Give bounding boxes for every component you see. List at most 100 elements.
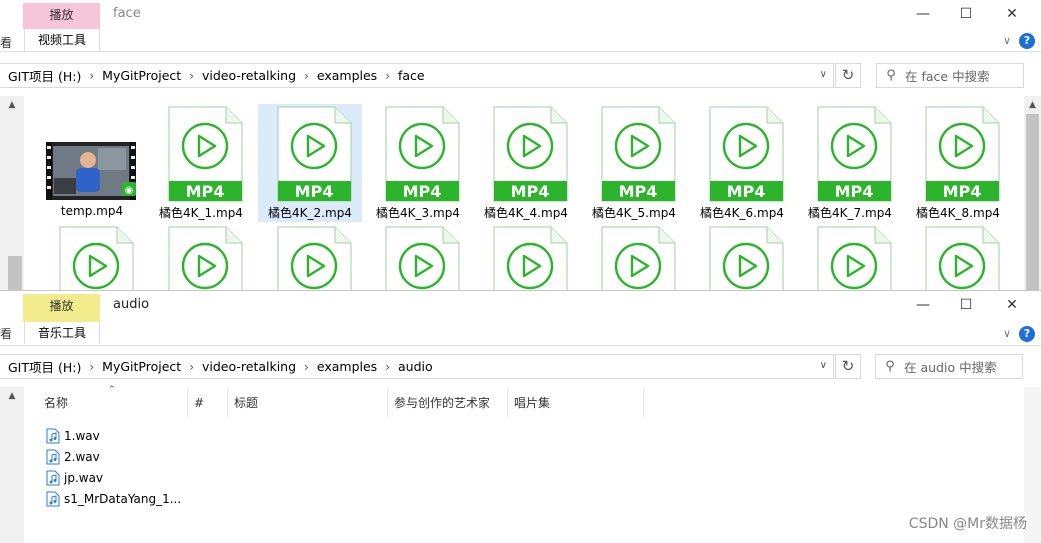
column-number[interactable]: # — [188, 389, 228, 417]
scroll-up-icon[interactable]: ▲ — [0, 100, 24, 110]
file-name: 1.wav — [64, 428, 100, 443]
file-name: 橘色4K_4.mp4 — [484, 206, 568, 220]
list-item[interactable]: 1.wav — [46, 425, 181, 446]
audio-file-icon — [46, 428, 60, 443]
breadcrumb-repo[interactable]: video-retalking — [194, 359, 304, 374]
music-tools-tab[interactable]: 音乐工具 — [24, 322, 100, 344]
vertical-scrollbar[interactable]: ▲ — [1024, 96, 1041, 290]
file-tile-mp4[interactable]: MP4 橘色4K_5.mp4 — [582, 104, 686, 222]
file-tile-mp4[interactable]: MP4 橘色4K_4.mp4 — [474, 104, 578, 222]
mp4-file-icon[interactable] — [383, 226, 461, 290]
svg-text:◉: ◉ — [125, 185, 134, 196]
address-dropdown-icon[interactable]: ∨ — [820, 360, 827, 371]
list-item[interactable]: s1_MrDataYang_1... — [46, 488, 181, 509]
window-title: face — [113, 6, 141, 21]
column-title[interactable]: 标题 — [228, 389, 388, 417]
ribbon-expand-icon[interactable]: ∨ — [1003, 327, 1011, 340]
mp4-file-icon: MP4 — [601, 106, 676, 202]
address-dropdown-icon[interactable]: ∨ — [820, 69, 827, 80]
search-placeholder: 在 audio 中搜索 — [904, 360, 997, 375]
ribbon-tab-view-fragment[interactable]: 看 — [0, 34, 12, 51]
video-thumbnail-icon: ◉ — [46, 142, 136, 200]
file-name: 橘色4K_1.mp4 — [159, 206, 243, 220]
breadcrumb-audio[interactable]: audio — [390, 359, 441, 374]
breadcrumb-examples[interactable]: examples — [309, 68, 385, 83]
file-name: 橘色4K_8.mp4 — [916, 206, 1000, 220]
breadcrumb-face[interactable]: face — [390, 68, 433, 83]
close-button[interactable]: ✕ — [989, 291, 1035, 319]
breadcrumb-project[interactable]: MyGitProject — [94, 359, 189, 374]
minimize-button[interactable]: — — [900, 0, 946, 28]
search-box[interactable]: ⚲ 在 face 中搜索 — [876, 63, 1024, 88]
file-name: 橘色4K_2.mp4 — [268, 206, 352, 220]
breadcrumb-drive[interactable]: GIT项目 (H:) — [0, 66, 89, 85]
play-context-tab[interactable]: 播放 — [23, 3, 100, 29]
left-scrollbar[interactable]: ▲ — [0, 96, 24, 290]
search-placeholder: 在 face 中搜索 — [905, 69, 990, 84]
address-bar[interactable]: GIT项目 (H:) › MyGitProject › video-retalk… — [0, 354, 834, 379]
search-box[interactable]: ⚲ 在 audio 中搜索 — [875, 354, 1023, 379]
maximize-button[interactable]: ☐ — [943, 0, 989, 28]
mp4-file-icon: MP4 — [709, 106, 784, 202]
scroll-up-icon[interactable]: ▲ — [0, 391, 24, 401]
mp4-file-icon[interactable] — [599, 226, 677, 290]
breadcrumb-project[interactable]: MyGitProject — [94, 68, 189, 83]
refresh-button[interactable]: ↻ — [835, 354, 861, 379]
svg-text:MP4: MP4 — [403, 182, 442, 201]
ribbon-tab-view-fragment[interactable]: 看 — [0, 325, 12, 342]
scroll-up-icon[interactable]: ▲ — [1024, 100, 1041, 110]
file-name: 橘色4K_5.mp4 — [592, 206, 676, 220]
left-scrollbar[interactable]: ▲ — [0, 387, 24, 543]
breadcrumb-repo[interactable]: video-retalking — [194, 68, 304, 83]
list-item[interactable]: 2.wav — [46, 446, 181, 467]
scroll-thumb[interactable] — [1026, 114, 1039, 290]
refresh-button[interactable]: ↻ — [835, 63, 861, 88]
video-tools-tab[interactable]: 视频工具 — [24, 29, 100, 51]
file-tile-mp4[interactable]: MP4 橘色4K_7.mp4 — [798, 104, 902, 222]
file-tile-mp4-selected[interactable]: MP4 橘色4K_2.mp4 — [258, 104, 362, 222]
svg-text:MP4: MP4 — [835, 182, 874, 201]
explorer-window-face: 播放 face — ☐ ✕ 看 视频工具 ∨ ? GIT项目 (H:) › My… — [0, 0, 1041, 290]
column-headers: 名称 # 标题 参与创作的艺术家 唱片集 — [24, 389, 644, 417]
search-icon: ⚲ — [885, 359, 895, 374]
file-name: 橘色4K_7.mp4 — [808, 206, 892, 220]
explorer-window-audio: 播放 audio — ☐ ✕ 看 音乐工具 ∨ ? GIT项目 (H:) › M… — [0, 290, 1041, 543]
mp4-file-icon: MP4 — [385, 106, 460, 202]
mp4-file-icon[interactable] — [923, 226, 1001, 290]
list-item[interactable]: jp.wav — [46, 467, 181, 488]
column-name[interactable]: 名称 — [24, 389, 188, 417]
file-list: 1.wav 2.wav jp.wav s1_MrDataYang_1... — [46, 425, 181, 509]
address-bar[interactable]: GIT项目 (H:) › MyGitProject › video-retalk… — [0, 63, 834, 88]
mp4-file-icon[interactable] — [275, 226, 353, 290]
mp4-file-icon[interactable] — [57, 226, 135, 290]
left-scroll-thumb[interactable] — [8, 256, 22, 290]
column-artists[interactable]: 参与创作的艺术家 — [388, 389, 508, 417]
file-tile-mp4[interactable]: MP4 橘色4K_3.mp4 — [366, 104, 470, 222]
file-tile-mp4[interactable]: MP4 橘色4K_1.mp4 — [149, 104, 253, 222]
mp4-file-icon: MP4 — [925, 106, 1000, 202]
maximize-button[interactable]: ☐ — [943, 291, 989, 319]
minimize-button[interactable]: — — [900, 291, 946, 319]
help-icon[interactable]: ? — [1019, 326, 1035, 342]
breadcrumb-examples[interactable]: examples — [309, 359, 385, 374]
ribbon-expand-icon[interactable]: ∨ — [1003, 34, 1011, 47]
file-tile-mp4[interactable]: MP4 橘色4K_6.mp4 — [690, 104, 794, 222]
audio-file-icon — [46, 470, 60, 485]
mp4-file-icon: MP4 — [277, 106, 352, 202]
svg-text:MP4: MP4 — [511, 182, 550, 201]
mp4-file-icon: MP4 — [168, 106, 243, 202]
file-name: s1_MrDataYang_1... — [64, 491, 182, 506]
breadcrumb-drive[interactable]: GIT项目 (H:) — [0, 357, 89, 376]
audio-file-icon — [46, 449, 60, 464]
help-icon[interactable]: ? — [1019, 33, 1035, 49]
mp4-file-icon[interactable] — [707, 226, 785, 290]
file-name: 2.wav — [64, 449, 100, 464]
column-album[interactable]: 唱片集 — [508, 389, 644, 417]
file-tile-mp4[interactable]: MP4 橘色4K_8.mp4 — [906, 104, 1010, 222]
file-tile-temp[interactable]: ◉ temp.mp4 — [40, 104, 144, 222]
mp4-file-icon[interactable] — [815, 226, 893, 290]
close-button[interactable]: ✕ — [989, 0, 1035, 28]
mp4-file-icon[interactable] — [491, 226, 569, 290]
play-context-tab[interactable]: 播放 — [23, 294, 100, 322]
mp4-file-icon[interactable] — [166, 226, 244, 290]
